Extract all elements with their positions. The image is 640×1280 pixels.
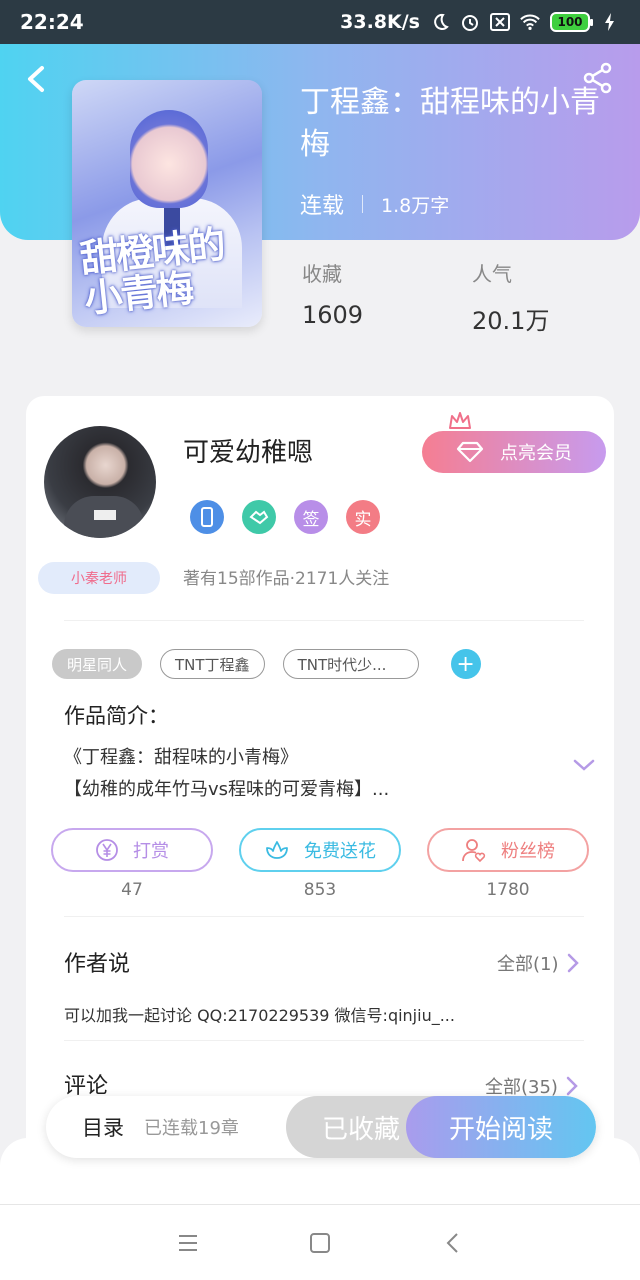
author-says-more[interactable]: 全部(1)	[497, 950, 579, 976]
book-title: 丁程鑫：甜程味的小青梅	[300, 85, 600, 162]
intro-line: 《丁程鑫：甜程味的小青梅》	[64, 747, 298, 768]
favorites-stat: 收藏 1609	[302, 258, 363, 329]
back-nav-icon[interactable]	[442, 1231, 466, 1255]
book-cover[interactable]: 甜橙味的小青梅	[72, 80, 262, 327]
tip-action: 打赏 47	[51, 828, 213, 900]
intro-title: 作品简介：	[64, 704, 169, 728]
add-tag-button[interactable]: +	[450, 649, 481, 679]
diamond-icon	[456, 441, 484, 463]
serial-status: 连载	[300, 194, 345, 219]
popularity-value: 20.1万	[472, 307, 550, 335]
toc-label: 目录	[82, 1116, 124, 1140]
net-speed: 33.8K/s	[340, 11, 420, 33]
author-badges: 签 实	[190, 500, 380, 534]
start-reading-button[interactable]: 开始阅读	[406, 1096, 596, 1158]
crown-icon	[449, 412, 471, 429]
vip-button-label: 点亮会员	[500, 443, 572, 464]
favorites-label: 收藏	[302, 262, 342, 286]
tag-list: 明星同人 TNT丁程鑫 TNT时代少... +	[52, 649, 481, 679]
phone-badge-icon	[190, 500, 224, 534]
share-button[interactable]	[582, 62, 614, 94]
home-icon[interactable]	[308, 1231, 332, 1255]
author-stats: 著有15部作品·2171人关注	[183, 569, 390, 589]
intro-text[interactable]: 《丁程鑫：甜程味的小青梅》 【幼稚的成年竹马vs程味的可爱青梅】...	[64, 742, 444, 806]
fans-action: 粉丝榜 1780	[427, 828, 589, 900]
author-says-content: 可以加我一起讨论 QQ:2170229539 微信号:qinjiu_...	[64, 1006, 455, 1025]
status-time: 22:24	[20, 10, 84, 34]
alarm-icon	[460, 12, 480, 32]
no-sim-icon	[490, 12, 510, 32]
reading-action-bar: 目录 已连载19章 已收藏 开始阅读	[46, 1096, 596, 1158]
tip-label: 打赏	[133, 841, 169, 862]
share-icon	[583, 62, 612, 94]
popularity-stat: 人气 20.1万	[472, 258, 549, 336]
moon-icon	[430, 12, 450, 32]
tip-button[interactable]: 打赏	[51, 828, 213, 872]
user-heart-icon	[462, 839, 486, 863]
divider	[64, 620, 584, 621]
battery-icon: 100	[550, 12, 593, 32]
teacher-badge: 小秦老师	[38, 562, 160, 594]
flower-label: 免费送花	[304, 841, 376, 862]
author-says-more-label: 全部(1)	[497, 954, 559, 975]
popularity-label: 人气	[472, 262, 512, 286]
tag-item[interactable]: 明星同人	[52, 649, 143, 679]
vip-button[interactable]: 点亮会员	[422, 431, 606, 473]
flower-icon	[266, 841, 288, 859]
wifi-icon	[520, 12, 540, 32]
handshake-badge-icon	[242, 500, 276, 534]
word-count: 1.8万字	[381, 194, 450, 217]
toc-button[interactable]: 目录 已连载19章	[46, 1112, 286, 1142]
fans-count: 1780	[486, 880, 530, 900]
divider	[64, 916, 584, 917]
favorites-value: 1609	[302, 301, 364, 329]
yen-icon	[96, 839, 118, 861]
system-nav-bar	[0, 1204, 640, 1280]
menu-icon[interactable]	[176, 1231, 200, 1255]
signed-badge: 签	[294, 500, 328, 534]
author-says-title: 作者说	[64, 952, 131, 977]
chevron-right-icon	[567, 953, 579, 973]
tag-item[interactable]: TNT丁程鑫	[160, 649, 265, 679]
tip-count: 47	[121, 880, 143, 900]
flower-count: 853	[303, 880, 337, 900]
tag-item[interactable]: TNT时代少...	[282, 649, 419, 679]
intro-line: 【幼稚的成年竹马vs程味的可爱青梅】...	[64, 779, 390, 800]
charging-icon	[600, 12, 620, 32]
author-name[interactable]: 可爱幼稚嗯	[183, 432, 313, 469]
status-bar: 22:24 33.8K/s 100	[0, 0, 640, 44]
fans-label: 粉丝榜	[501, 841, 555, 862]
toc-count: 已连载19章	[144, 1118, 239, 1139]
divider	[64, 1040, 584, 1041]
verified-badge: 实	[346, 500, 380, 534]
book-meta: 连载 1.8万字	[300, 188, 449, 220]
flower-button[interactable]: 免费送花	[239, 828, 401, 872]
chevron-down-icon[interactable]	[572, 757, 596, 773]
chevron-right-icon	[566, 1076, 578, 1096]
fans-ranking-button[interactable]: 粉丝榜	[427, 828, 589, 872]
back-button[interactable]	[22, 62, 52, 96]
flower-action: 免费送花 853	[239, 828, 401, 900]
action-row: 打赏 47 免费送花 853 粉丝榜 1780	[51, 828, 589, 900]
avatar[interactable]	[44, 426, 156, 538]
